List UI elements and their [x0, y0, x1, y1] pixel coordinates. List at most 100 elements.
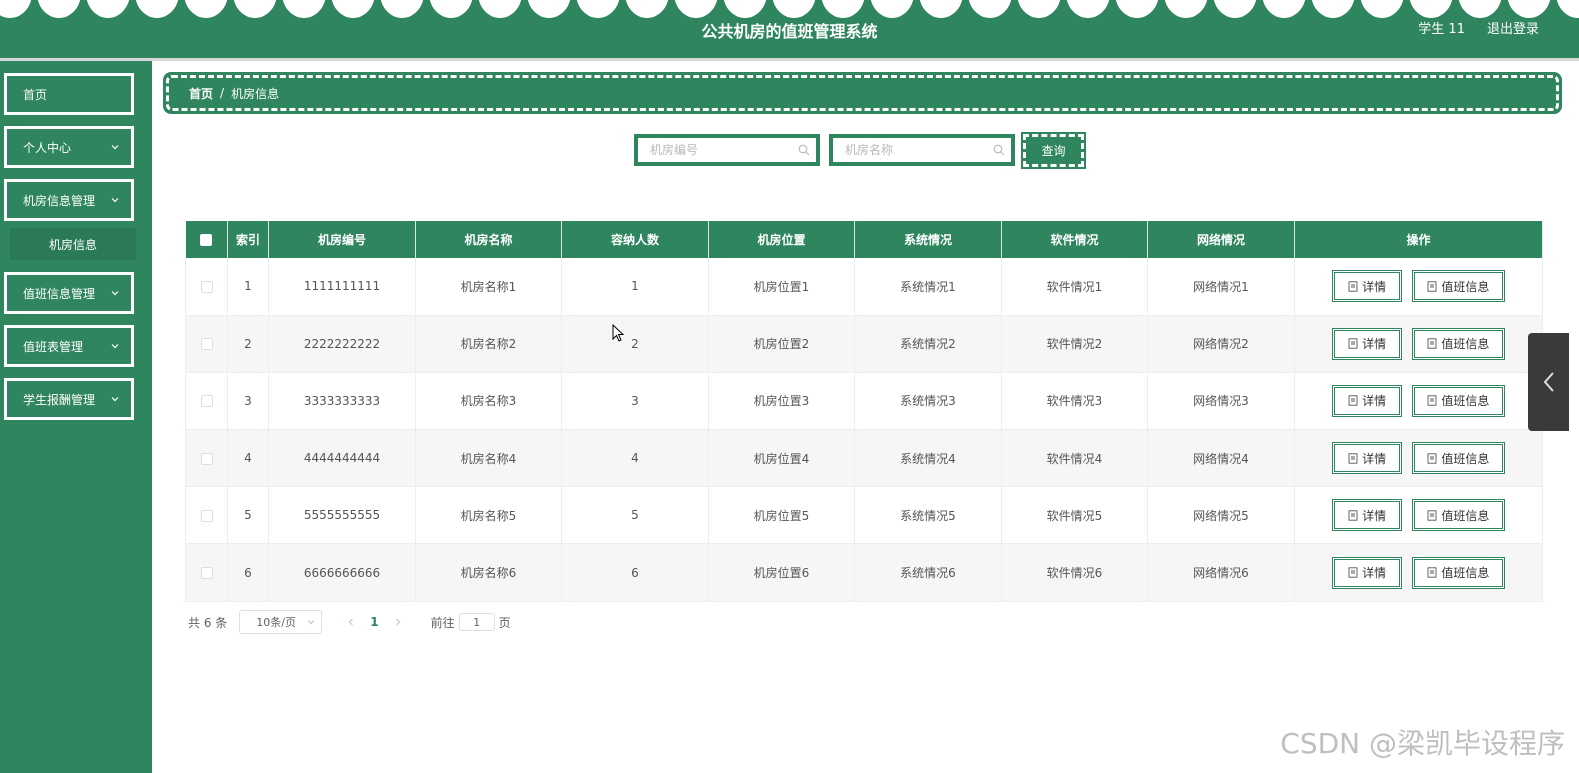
- table-row: 6 6666666666 机房名称6 6 机房位置6 系统情况6 软件情况6 网…: [185, 543, 1543, 602]
- cell-location: 机房位置5: [708, 486, 855, 545]
- cell-index: 4: [227, 429, 269, 488]
- column-header: 机房位置: [708, 221, 855, 258]
- room-table-grid: 索引 机房编号 机房名称 容纳人数 机房位置 系统情况 软件情况 网络情况 操作…: [185, 221, 1543, 602]
- cell-location: 机房位置3: [708, 372, 855, 431]
- page-size-value: 10条/页: [256, 616, 296, 629]
- page-number[interactable]: 1: [370, 615, 378, 629]
- sidebar-item-duty-schedule-management[interactable]: 值班表管理: [4, 325, 134, 367]
- row-select-cell: [185, 372, 228, 431]
- row-checkbox[interactable]: [200, 395, 213, 408]
- detail-button[interactable]: 详情: [1332, 384, 1403, 417]
- table-body: 1 1111111111 机房名称1 1 机房位置1 系统情况1 软件情况1 网…: [185, 258, 1543, 602]
- detail-button[interactable]: 详情: [1332, 556, 1403, 589]
- goto-suffix: 页: [498, 615, 511, 630]
- sidebar-item-home[interactable]: 首页: [4, 73, 134, 115]
- detail-button-label: 详情: [1362, 508, 1387, 523]
- cell-actions: 详情 值班信息: [1294, 258, 1543, 316]
- next-page-button[interactable]: [391, 618, 405, 626]
- logout-link[interactable]: 退出登录: [1487, 18, 1539, 37]
- cell-network: 网络情况6: [1147, 543, 1295, 602]
- select-all-checkbox[interactable]: [200, 234, 213, 246]
- sidebar-item-label: 值班表管理: [23, 339, 84, 354]
- query-button[interactable]: 查询: [1021, 132, 1086, 169]
- column-header: 系统情况: [854, 221, 1002, 258]
- document-icon: [1427, 453, 1437, 464]
- header-scallop: [184, 0, 228, 18]
- duty-info-button[interactable]: 值班信息: [1411, 556, 1505, 589]
- cell-location: 机房位置4: [708, 429, 855, 488]
- app-title: 公共机房的值班管理系统: [701, 22, 878, 41]
- header-scallop: [0, 0, 32, 18]
- duty-info-button[interactable]: 值班信息: [1411, 499, 1505, 532]
- breadcrumb: 首页 / 机房信息: [163, 72, 1562, 114]
- row-checkbox[interactable]: [200, 509, 213, 522]
- row-checkbox[interactable]: [200, 338, 213, 351]
- prev-page-button[interactable]: [344, 618, 358, 626]
- sidebar-item-duty-info-management[interactable]: 值班信息管理: [4, 272, 134, 314]
- header-scallop: [1458, 0, 1502, 18]
- current-user[interactable]: 学生 11: [1418, 18, 1465, 37]
- cell-system: 系统情况6: [854, 543, 1002, 602]
- row-select-cell: [185, 429, 228, 488]
- duty-info-button[interactable]: 值班信息: [1411, 327, 1505, 360]
- cell-system: 系统情况3: [854, 372, 1002, 431]
- column-header: 软件情况: [1001, 221, 1148, 258]
- watermark: CSDN @梁凯毕设程序: [1280, 727, 1565, 760]
- table-row: 3 3333333333 机房名称3 3 机房位置3 系统情况3 软件情况3 网…: [185, 372, 1543, 431]
- sidebar-subitem-room-info[interactable]: 机房信息: [10, 228, 136, 260]
- row-select-cell: [185, 315, 228, 373]
- header-divider: [0, 58, 1579, 61]
- room-name-input[interactable]: [845, 143, 993, 157]
- row-checkbox[interactable]: [200, 567, 213, 580]
- header-scallop: [233, 0, 277, 18]
- sidebar-item-label: 学生报酬管理: [23, 392, 96, 407]
- header-scallop: [1409, 0, 1453, 18]
- header-scallop: [1017, 0, 1061, 18]
- detail-button[interactable]: 详情: [1332, 442, 1403, 475]
- cell-network: 网络情况2: [1147, 315, 1295, 373]
- breadcrumb-home[interactable]: 首页: [189, 85, 213, 102]
- page-size-select[interactable]: 10条/页: [239, 610, 323, 634]
- sidebar-item-room-info-management[interactable]: 机房信息管理: [4, 179, 134, 221]
- top-header: 公共机房的值班管理系统 学生 11 退出登录: [0, 0, 1579, 58]
- cell-room-no: 6666666666: [268, 543, 416, 602]
- document-icon: [1348, 395, 1358, 407]
- chevron-down-icon: [111, 291, 119, 296]
- cell-index: 5: [227, 486, 269, 545]
- chevron-right-icon: [395, 618, 400, 626]
- cell-room-name: 机房名称5: [415, 486, 562, 545]
- document-icon: [1348, 281, 1358, 292]
- search-icon: [798, 144, 810, 156]
- header-scallop: [86, 0, 130, 18]
- row-checkbox[interactable]: [200, 280, 213, 293]
- detail-button-label: 详情: [1362, 279, 1387, 294]
- side-panel-toggle[interactable]: [1528, 333, 1569, 431]
- detail-button[interactable]: 详情: [1332, 499, 1403, 532]
- goto-page-input[interactable]: [458, 613, 495, 631]
- cell-room-no: 2222222222: [268, 315, 416, 373]
- sidebar-item-student-pay-management[interactable]: 学生报酬管理: [4, 378, 134, 420]
- detail-button[interactable]: 详情: [1332, 327, 1403, 360]
- cell-software: 软件情况1: [1001, 258, 1148, 316]
- header-scallop: [527, 0, 571, 18]
- cell-room-name: 机房名称2: [415, 315, 562, 373]
- room-no-input[interactable]: [650, 143, 798, 157]
- header-scallop: [723, 0, 767, 18]
- header-scallop: [821, 0, 865, 18]
- sidebar-item-personal-center[interactable]: 个人中心: [4, 126, 134, 168]
- duty-info-button[interactable]: 值班信息: [1411, 270, 1505, 303]
- duty-info-button[interactable]: 值班信息: [1411, 384, 1505, 417]
- duty-info-button-label: 值班信息: [1441, 337, 1490, 352]
- document-icon: [1427, 281, 1437, 292]
- sidebar-item-label: 值班信息管理: [23, 286, 96, 301]
- cell-location: 机房位置6: [708, 543, 855, 602]
- header-scallop: [380, 0, 424, 18]
- cell-index: 2: [227, 315, 269, 373]
- detail-button[interactable]: 详情: [1332, 270, 1403, 303]
- room-name-input-wrapper: [832, 137, 1012, 163]
- cell-capacity: 6: [561, 543, 709, 602]
- cell-room-no: 1111111111: [268, 258, 416, 316]
- duty-info-button[interactable]: 值班信息: [1411, 442, 1505, 475]
- cell-index: 6: [227, 543, 269, 602]
- row-checkbox[interactable]: [200, 452, 213, 465]
